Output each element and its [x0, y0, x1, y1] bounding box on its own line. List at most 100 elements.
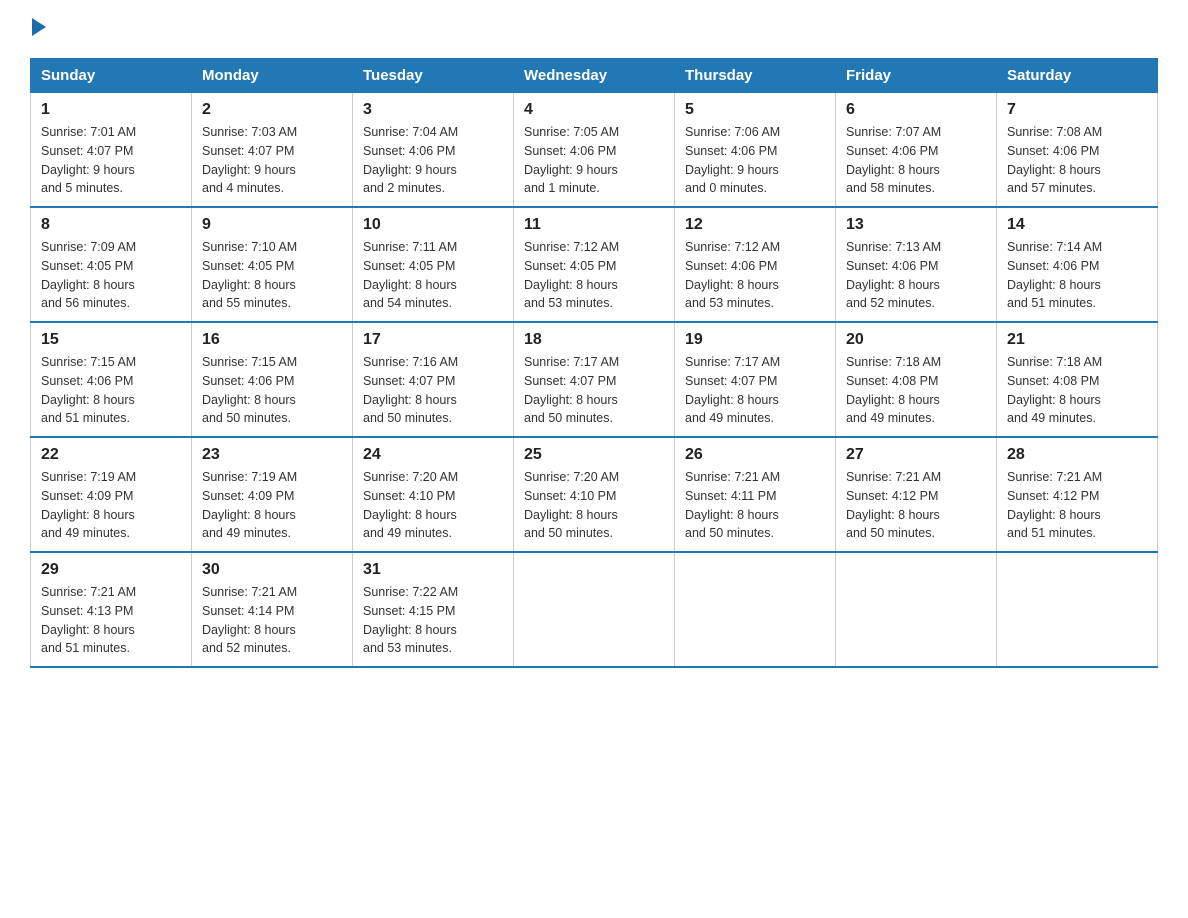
day-cell: 10 Sunrise: 7:11 AMSunset: 4:05 PMDaylig…	[353, 207, 514, 322]
header-cell-friday: Friday	[836, 59, 997, 93]
header-row: SundayMondayTuesdayWednesdayThursdayFrid…	[31, 59, 1158, 93]
day-cell	[514, 552, 675, 667]
day-cell: 21 Sunrise: 7:18 AMSunset: 4:08 PMDaylig…	[997, 322, 1158, 437]
day-cell: 4 Sunrise: 7:05 AMSunset: 4:06 PMDayligh…	[514, 93, 675, 208]
day-cell: 19 Sunrise: 7:17 AMSunset: 4:07 PMDaylig…	[675, 322, 836, 437]
day-cell: 13 Sunrise: 7:13 AMSunset: 4:06 PMDaylig…	[836, 207, 997, 322]
day-cell: 16 Sunrise: 7:15 AMSunset: 4:06 PMDaylig…	[192, 322, 353, 437]
day-number: 22	[41, 446, 181, 464]
day-cell	[997, 552, 1158, 667]
page-header	[30, 20, 1158, 38]
day-info: Sunrise: 7:19 AMSunset: 4:09 PMDaylight:…	[41, 468, 181, 543]
day-cell: 2 Sunrise: 7:03 AMSunset: 4:07 PMDayligh…	[192, 93, 353, 208]
day-info: Sunrise: 7:21 AMSunset: 4:11 PMDaylight:…	[685, 468, 825, 543]
header-cell-tuesday: Tuesday	[353, 59, 514, 93]
day-info: Sunrise: 7:09 AMSunset: 4:05 PMDaylight:…	[41, 238, 181, 313]
day-number: 2	[202, 101, 342, 119]
day-number: 12	[685, 216, 825, 234]
day-cell: 14 Sunrise: 7:14 AMSunset: 4:06 PMDaylig…	[997, 207, 1158, 322]
day-number: 17	[363, 331, 503, 349]
day-info: Sunrise: 7:21 AMSunset: 4:12 PMDaylight:…	[846, 468, 986, 543]
day-info: Sunrise: 7:18 AMSunset: 4:08 PMDaylight:…	[1007, 353, 1147, 428]
day-cell: 25 Sunrise: 7:20 AMSunset: 4:10 PMDaylig…	[514, 437, 675, 552]
day-number: 16	[202, 331, 342, 349]
day-number: 9	[202, 216, 342, 234]
day-number: 5	[685, 101, 825, 119]
day-cell	[836, 552, 997, 667]
day-number: 26	[685, 446, 825, 464]
day-number: 30	[202, 561, 342, 579]
day-cell: 12 Sunrise: 7:12 AMSunset: 4:06 PMDaylig…	[675, 207, 836, 322]
day-info: Sunrise: 7:21 AMSunset: 4:13 PMDaylight:…	[41, 583, 181, 658]
day-number: 7	[1007, 101, 1147, 119]
week-row-3: 15 Sunrise: 7:15 AMSunset: 4:06 PMDaylig…	[31, 322, 1158, 437]
day-number: 20	[846, 331, 986, 349]
day-number: 29	[41, 561, 181, 579]
day-info: Sunrise: 7:11 AMSunset: 4:05 PMDaylight:…	[363, 238, 503, 313]
day-number: 11	[524, 216, 664, 234]
day-cell: 18 Sunrise: 7:17 AMSunset: 4:07 PMDaylig…	[514, 322, 675, 437]
day-cell: 31 Sunrise: 7:22 AMSunset: 4:15 PMDaylig…	[353, 552, 514, 667]
day-cell: 30 Sunrise: 7:21 AMSunset: 4:14 PMDaylig…	[192, 552, 353, 667]
header-cell-thursday: Thursday	[675, 59, 836, 93]
day-number: 24	[363, 446, 503, 464]
day-cell: 1 Sunrise: 7:01 AMSunset: 4:07 PMDayligh…	[31, 93, 192, 208]
week-row-4: 22 Sunrise: 7:19 AMSunset: 4:09 PMDaylig…	[31, 437, 1158, 552]
calendar-header: SundayMondayTuesdayWednesdayThursdayFrid…	[31, 59, 1158, 93]
day-info: Sunrise: 7:22 AMSunset: 4:15 PMDaylight:…	[363, 583, 503, 658]
day-info: Sunrise: 7:05 AMSunset: 4:06 PMDaylight:…	[524, 123, 664, 198]
day-cell: 28 Sunrise: 7:21 AMSunset: 4:12 PMDaylig…	[997, 437, 1158, 552]
day-info: Sunrise: 7:20 AMSunset: 4:10 PMDaylight:…	[524, 468, 664, 543]
day-number: 19	[685, 331, 825, 349]
day-number: 6	[846, 101, 986, 119]
day-info: Sunrise: 7:21 AMSunset: 4:12 PMDaylight:…	[1007, 468, 1147, 543]
day-cell: 7 Sunrise: 7:08 AMSunset: 4:06 PMDayligh…	[997, 93, 1158, 208]
day-number: 18	[524, 331, 664, 349]
day-info: Sunrise: 7:08 AMSunset: 4:06 PMDaylight:…	[1007, 123, 1147, 198]
day-info: Sunrise: 7:17 AMSunset: 4:07 PMDaylight:…	[524, 353, 664, 428]
day-info: Sunrise: 7:01 AMSunset: 4:07 PMDaylight:…	[41, 123, 181, 198]
day-number: 27	[846, 446, 986, 464]
day-cell: 3 Sunrise: 7:04 AMSunset: 4:06 PMDayligh…	[353, 93, 514, 208]
week-row-1: 1 Sunrise: 7:01 AMSunset: 4:07 PMDayligh…	[31, 93, 1158, 208]
day-info: Sunrise: 7:04 AMSunset: 4:06 PMDaylight:…	[363, 123, 503, 198]
day-info: Sunrise: 7:17 AMSunset: 4:07 PMDaylight:…	[685, 353, 825, 428]
day-cell: 22 Sunrise: 7:19 AMSunset: 4:09 PMDaylig…	[31, 437, 192, 552]
day-cell: 29 Sunrise: 7:21 AMSunset: 4:13 PMDaylig…	[31, 552, 192, 667]
header-cell-monday: Monday	[192, 59, 353, 93]
day-info: Sunrise: 7:21 AMSunset: 4:14 PMDaylight:…	[202, 583, 342, 658]
day-info: Sunrise: 7:07 AMSunset: 4:06 PMDaylight:…	[846, 123, 986, 198]
logo-arrow-icon	[32, 18, 46, 36]
day-cell: 23 Sunrise: 7:19 AMSunset: 4:09 PMDaylig…	[192, 437, 353, 552]
day-cell: 6 Sunrise: 7:07 AMSunset: 4:06 PMDayligh…	[836, 93, 997, 208]
day-number: 21	[1007, 331, 1147, 349]
day-number: 14	[1007, 216, 1147, 234]
day-info: Sunrise: 7:10 AMSunset: 4:05 PMDaylight:…	[202, 238, 342, 313]
day-number: 3	[363, 101, 503, 119]
day-info: Sunrise: 7:19 AMSunset: 4:09 PMDaylight:…	[202, 468, 342, 543]
day-cell: 24 Sunrise: 7:20 AMSunset: 4:10 PMDaylig…	[353, 437, 514, 552]
day-info: Sunrise: 7:18 AMSunset: 4:08 PMDaylight:…	[846, 353, 986, 428]
day-cell: 17 Sunrise: 7:16 AMSunset: 4:07 PMDaylig…	[353, 322, 514, 437]
week-row-5: 29 Sunrise: 7:21 AMSunset: 4:13 PMDaylig…	[31, 552, 1158, 667]
day-info: Sunrise: 7:03 AMSunset: 4:07 PMDaylight:…	[202, 123, 342, 198]
header-cell-wednesday: Wednesday	[514, 59, 675, 93]
day-info: Sunrise: 7:06 AMSunset: 4:06 PMDaylight:…	[685, 123, 825, 198]
week-row-2: 8 Sunrise: 7:09 AMSunset: 4:05 PMDayligh…	[31, 207, 1158, 322]
calendar-body: 1 Sunrise: 7:01 AMSunset: 4:07 PMDayligh…	[31, 93, 1158, 668]
day-info: Sunrise: 7:16 AMSunset: 4:07 PMDaylight:…	[363, 353, 503, 428]
day-number: 8	[41, 216, 181, 234]
day-cell: 26 Sunrise: 7:21 AMSunset: 4:11 PMDaylig…	[675, 437, 836, 552]
day-number: 13	[846, 216, 986, 234]
day-cell	[675, 552, 836, 667]
day-number: 15	[41, 331, 181, 349]
day-info: Sunrise: 7:14 AMSunset: 4:06 PMDaylight:…	[1007, 238, 1147, 313]
day-number: 31	[363, 561, 503, 579]
day-cell: 8 Sunrise: 7:09 AMSunset: 4:05 PMDayligh…	[31, 207, 192, 322]
day-number: 4	[524, 101, 664, 119]
day-info: Sunrise: 7:12 AMSunset: 4:06 PMDaylight:…	[685, 238, 825, 313]
calendar-table: SundayMondayTuesdayWednesdayThursdayFrid…	[30, 58, 1158, 668]
header-cell-sunday: Sunday	[31, 59, 192, 93]
day-info: Sunrise: 7:15 AMSunset: 4:06 PMDaylight:…	[41, 353, 181, 428]
day-number: 1	[41, 101, 181, 119]
